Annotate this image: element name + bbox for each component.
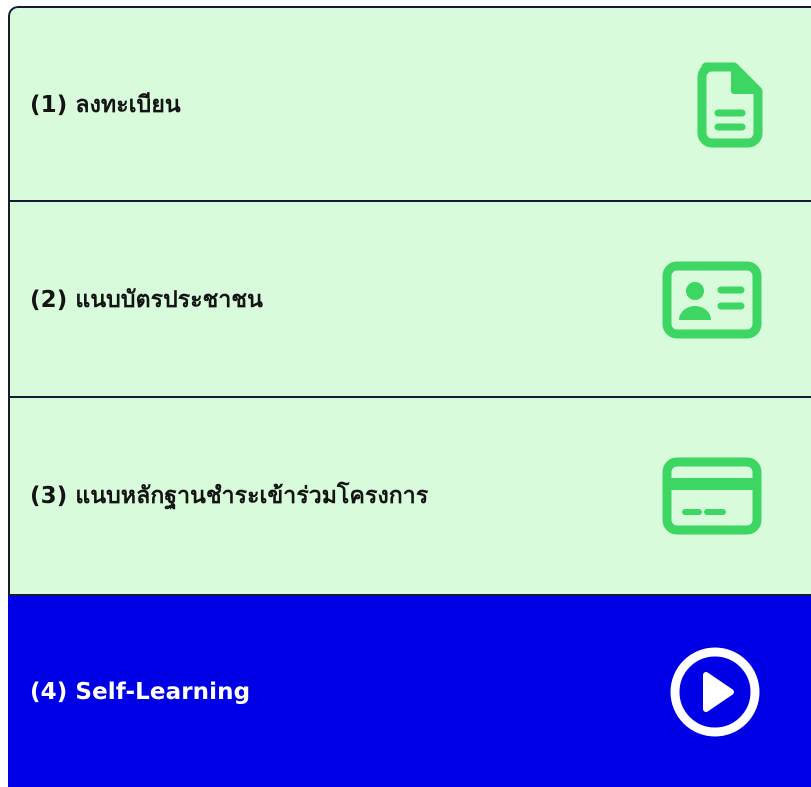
step-item-self-learning[interactable]: (4) Self-Learning (8, 596, 811, 787)
id-card-icon (662, 261, 762, 339)
step-label: (2) แนบบัตรประชาชน (30, 287, 263, 313)
step-item-register[interactable]: (1) ลงทะเบียน (8, 6, 811, 202)
credit-card-icon (662, 457, 762, 535)
step-menu: (1) ลงทะเบียน (2) แนบบัตรประชาชน (3) แนบ… (8, 6, 811, 787)
document-icon (697, 62, 763, 148)
step-label: (3) แนบหลักฐานชำระเข้าร่วมโครงการ (30, 483, 429, 509)
step-item-attach-payment-proof[interactable]: (3) แนบหลักฐานชำระเข้าร่วมโครงการ (8, 396, 811, 596)
step-label: (1) ลงทะเบียน (30, 92, 181, 118)
step-item-attach-id-card[interactable]: (2) แนบบัตรประชาชน (8, 200, 811, 398)
step-label: (4) Self-Learning (30, 678, 251, 705)
play-circle-icon (670, 647, 760, 736)
